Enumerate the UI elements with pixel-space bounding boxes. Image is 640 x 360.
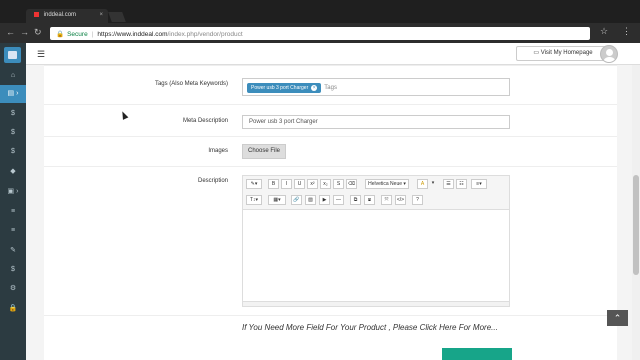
more-fields-link[interactable]: If You Need More Field For Your Product … (242, 323, 532, 333)
meta-description-input[interactable]: Power usb 3 port Charger (242, 115, 510, 129)
fullscreen-button[interactable]: ⧉ (350, 195, 361, 205)
tag-chip: Power usb 3 port Charger × (247, 83, 322, 93)
url-path: /index.php/vendor/product (167, 31, 243, 38)
page-scrollbar[interactable] (632, 65, 640, 360)
lock-icon: 🔒 (56, 31, 65, 38)
underline-button[interactable]: U (294, 179, 305, 189)
divider (44, 104, 617, 105)
address-row: ← → ↻ 🔒 Secure | https://www.inddeal.com/in… (0, 23, 640, 43)
address-bar[interactable]: 🔒 Secure | https://www.inddeal.com/index.ph… (50, 27, 590, 40)
avatar[interactable] (600, 45, 618, 63)
top-header: ☰ ▭ Visit My Homepage (26, 43, 640, 65)
new-tab-button[interactable] (108, 12, 126, 22)
product-form: Tags (Also Meta Keywords) Power usb 3 po… (44, 65, 617, 360)
sidebar-item-logout[interactable]: 🔒 (0, 300, 26, 318)
tab-title: inddeal.com (43, 12, 77, 18)
codeview-button[interactable]: ⧈ (364, 195, 375, 205)
eraser-button[interactable]: ⌫ (346, 179, 357, 189)
subscript-button[interactable]: x₂ (320, 179, 331, 189)
url-host: https://www.inddeal.com (97, 31, 168, 38)
main-content: Tags (Also Meta Keywords) Power usb 3 po… (26, 65, 640, 360)
url-separator: | (91, 31, 94, 38)
sidebar-item-edit[interactable]: ✎ (0, 242, 26, 260)
sidebar-item-sales[interactable]: $ (0, 105, 26, 123)
sidebar-item-pages[interactable]: ▣ › (0, 183, 26, 201)
reload-icon[interactable]: ↻ (34, 27, 42, 38)
submit-button[interactable] (442, 348, 512, 360)
link-button[interactable]: 🔗 (291, 195, 302, 205)
sidebar-item-settings[interactable]: ⚙ (0, 280, 26, 298)
shop-logo-icon[interactable] (4, 47, 21, 63)
description-label: Description (197, 178, 228, 184)
line-height-dropdown[interactable]: T↕▾ (246, 195, 262, 205)
secure-label: Secure (67, 31, 88, 38)
sidebar-item-payments[interactable]: $ (0, 124, 26, 142)
sidebar-item-tags[interactable]: ◆ (0, 163, 26, 181)
video-button[interactable]: ▶ (319, 195, 330, 205)
tag-chip-label: Power usb 3 port Charger (251, 85, 309, 91)
superscript-button[interactable]: x² (307, 179, 318, 189)
browser-chrome: inddeal.com × ← → ↻ 🔒 Secure | https://www.… (0, 0, 640, 43)
images-label: Images (208, 148, 228, 154)
visit-homepage-label: Visit My Homepage (540, 50, 593, 56)
table-dropdown[interactable]: ▦▾ (268, 195, 286, 205)
tags-placeholder: Tags (324, 85, 337, 91)
back-icon[interactable]: ← (6, 27, 15, 37)
scroll-to-top-icon[interactable]: ⌃ (607, 310, 628, 326)
divider (44, 315, 617, 316)
font-color-dropdown-icon[interactable]: ▾ (429, 179, 437, 189)
monitor-icon: ▭ (533, 50, 541, 56)
tags-input[interactable]: Power usb 3 port Charger × Tags (242, 78, 510, 96)
bookmark-star-icon[interactable]: ☆ (600, 26, 608, 37)
tag-remove-icon[interactable]: × (311, 85, 318, 91)
bold-button[interactable]: B (268, 179, 279, 189)
unordered-list-button[interactable]: ☰ (443, 179, 454, 189)
sidebar: ⌂ ▤ › $ $ $ ◆ ▣ › ≡ ≡ ✎ $ ⚙ 🔒 (0, 43, 26, 360)
sidebar-item-reports[interactable]: ≡ (0, 222, 26, 240)
divider (44, 65, 617, 66)
ordered-list-button[interactable]: ☷ (456, 179, 467, 189)
expand-button[interactable]: ⤧ (381, 195, 392, 205)
browser-menu-icon[interactable]: ⋮ (622, 26, 631, 37)
font-select-label: Helvetica Neue (368, 181, 402, 187)
favicon-icon (34, 12, 39, 17)
visit-homepage-button[interactable]: ▭ Visit My Homepage (516, 46, 610, 61)
font-select[interactable]: Helvetica Neue ▾ (365, 179, 409, 189)
hamburger-icon[interactable]: ☰ (37, 49, 45, 60)
tab-close-icon[interactable]: × (99, 12, 103, 18)
font-color-button[interactable]: A (417, 179, 428, 189)
horizontal-rule-button[interactable]: — (333, 195, 344, 205)
paragraph-dropdown[interactable]: ≡▾ (471, 179, 487, 189)
strikethrough-button[interactable]: S (333, 179, 344, 189)
divider (44, 136, 617, 137)
description-editor[interactable]: ✎▾ B I U x² x₂ S ⌫ Helvetica Neue ▾ A ▾ … (242, 175, 510, 307)
html-button[interactable]: </> (395, 195, 406, 205)
help-button[interactable]: ? (412, 195, 423, 205)
browser-tab[interactable]: inddeal.com × (26, 9, 108, 23)
divider (44, 166, 617, 167)
editor-resize-handle[interactable] (243, 301, 509, 306)
style-dropdown[interactable]: ✎▾ (246, 179, 262, 189)
tags-label: Tags (Also Meta Keywords) (154, 81, 228, 87)
image-button[interactable]: ▨ (305, 195, 316, 205)
italic-button[interactable]: I (281, 179, 292, 189)
sidebar-item-withdraw[interactable]: $ (0, 261, 26, 279)
sidebar-item-earnings[interactable]: $ (0, 143, 26, 161)
sidebar-item-list[interactable]: ≡ (0, 203, 26, 221)
sidebar-item-dashboard[interactable]: ⌂ (0, 67, 26, 85)
sidebar-item-products[interactable]: ▤ › (0, 85, 26, 103)
editor-toolbar: ✎▾ B I U x² x₂ S ⌫ Helvetica Neue ▾ A ▾ … (243, 176, 509, 210)
forward-icon[interactable]: → (20, 27, 29, 37)
choose-file-button[interactable]: Choose File (242, 144, 286, 159)
meta-description-label: Meta Description (182, 118, 228, 124)
scrollbar-thumb[interactable] (633, 175, 639, 275)
